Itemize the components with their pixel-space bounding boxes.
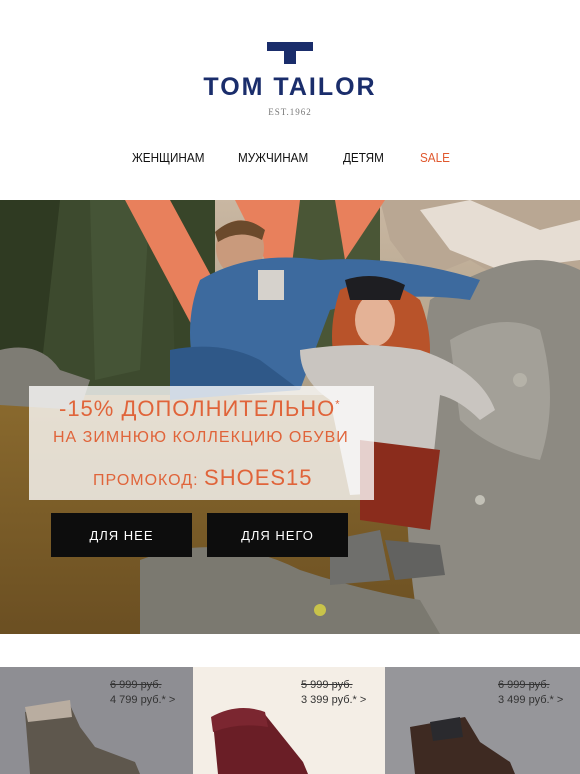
product-row: 6 999 руб. 4 799 руб.* > 5 999 руб. 3 39… (0, 667, 580, 774)
mens-boot-image (410, 717, 515, 774)
product-new-price[interactable]: 3 399 руб.* > (301, 694, 366, 706)
promo-headline-text: -15% ДОПОЛНИТЕЛЬНО (59, 396, 336, 421)
product-old-price: 6 999 руб. (110, 679, 162, 691)
nav-sale[interactable]: SALE (420, 150, 450, 165)
for-her-button[interactable]: ДЛЯ НЕЕ (51, 513, 192, 557)
brand-logo-text[interactable]: TOM TAILOR (0, 73, 580, 102)
womens-fur-boot-image (211, 708, 308, 774)
product-card[interactable]: 6 999 руб. 3 499 руб.* > (385, 667, 580, 774)
for-him-button[interactable]: ДЛЯ НЕГО (207, 513, 348, 557)
womens-boot-image (25, 700, 140, 774)
promo-asterisk: * (335, 398, 341, 411)
tom-tailor-logo-icon (267, 42, 313, 64)
nav-kids[interactable]: ДЕТЯМ (343, 150, 384, 165)
promo-code: SHOES15 (204, 465, 313, 490)
nav-men[interactable]: МУЖЧИНАМ (238, 150, 308, 165)
product-card[interactable]: 5 999 руб. 3 399 руб.* > (193, 667, 385, 774)
nav-women[interactable]: ЖЕНЩИНАМ (132, 150, 204, 165)
brand-established: EST.1962 (268, 107, 312, 117)
product-old-price: 6 999 руб. (498, 679, 550, 691)
email-header: TOM TAILOR EST.1962 ЖЕНЩИНАМ МУЖЧИНАМ ДЕ… (0, 0, 580, 200)
product-new-price[interactable]: 3 499 руб.* > (498, 694, 563, 706)
promo-code-line: ПРОМОКОД: SHOES15 (93, 465, 313, 491)
product-card[interactable]: 6 999 руб. 4 799 руб.* > (0, 667, 193, 774)
promo-subline: НА ЗИМНЮЮ КОЛЛЕКЦИЮ ОБУВИ (53, 429, 349, 446)
product-new-price[interactable]: 4 799 руб.* > (110, 694, 175, 706)
promo-code-label: ПРОМОКОД: (93, 472, 199, 489)
promo-headline: -15% ДОПОЛНИТЕЛЬНО* (59, 396, 341, 422)
product-old-price: 5 999 руб. (301, 679, 353, 691)
